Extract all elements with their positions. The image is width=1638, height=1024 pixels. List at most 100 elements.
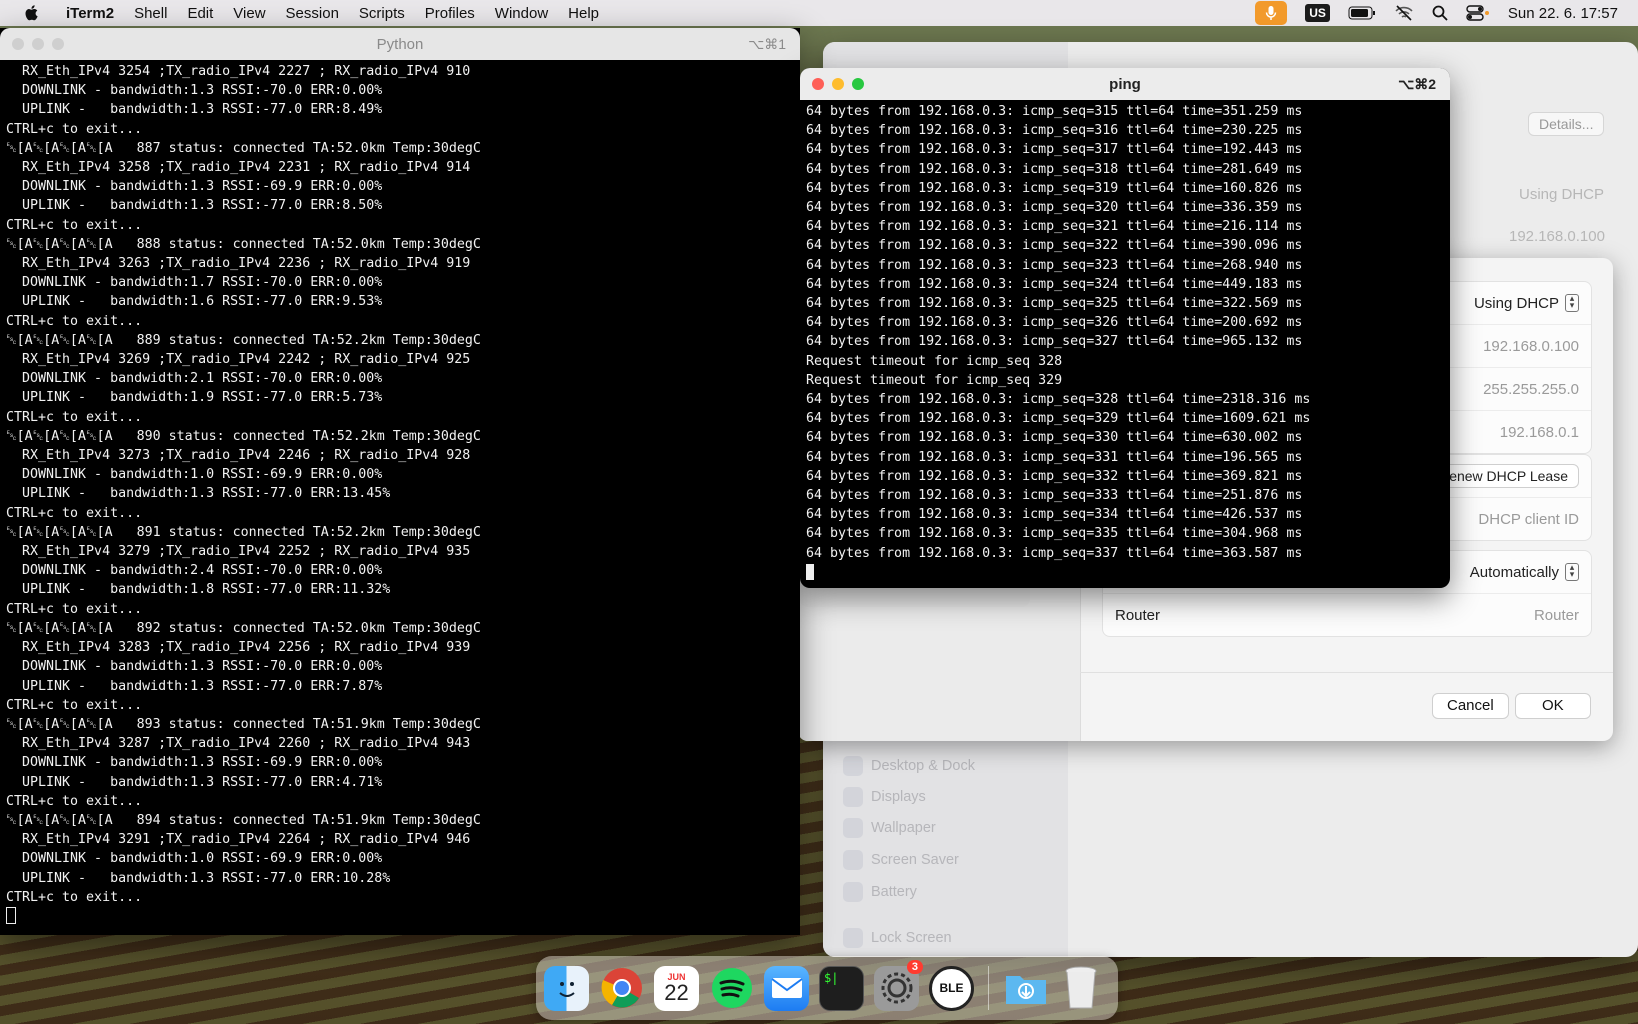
control-center-icon[interactable] (1466, 5, 1490, 21)
terminal-line: Request timeout for icmp_seq 328 (806, 353, 1063, 369)
sheet-footer: Cancel OK (1080, 672, 1613, 741)
terminal-line: UPLINK - bandwidth:1.6 RSSI:-77.0 ERR:9.… (6, 294, 383, 310)
menu-scripts[interactable]: Scripts (359, 5, 405, 22)
close-icon[interactable] (812, 78, 824, 90)
sidebar-item-lock-screen[interactable]: Lock Screen (843, 928, 952, 948)
terminal-line: 64 bytes from 192.168.0.3: icmp_seq=337 … (806, 545, 1303, 561)
popup-stepper-icon: ▴ ▾ (1565, 294, 1579, 312)
desktop-dock-icon (843, 756, 863, 776)
terminal-line: 64 bytes from 192.168.0.3: icmp_seq=332 … (806, 468, 1303, 484)
calendar-icon[interactable]: JUN 22 (654, 965, 699, 1011)
sidebar-item-wallpaper[interactable]: Wallpaper (843, 818, 936, 838)
router-v6-input[interactable]: Router (1534, 607, 1579, 624)
search-icon[interactable] (1432, 5, 1448, 21)
menu-clock[interactable]: Sun 22. 6. 17:57 (1508, 5, 1618, 22)
dhcp-client-id-input[interactable]: DHCP client ID (1478, 511, 1579, 528)
details-button[interactable]: Details... (1528, 112, 1605, 136)
menu-shell[interactable]: Shell (134, 5, 167, 22)
subnet-mask-value: 255.255.255.0 (1483, 380, 1579, 398)
iterm-icon[interactable]: $| (819, 965, 864, 1011)
ip-address-value: 192.168.0.100 (1483, 337, 1579, 355)
menu-help[interactable]: Help (568, 5, 599, 22)
terminal-line: UPLINK - bandwidth:1.3 RSSI:-77.0 ERR:4.… (6, 774, 383, 790)
terminal-line: 64 bytes from 192.168.0.3: icmp_seq=324 … (806, 276, 1303, 292)
router-label: Router (1115, 606, 1161, 624)
menu-view[interactable]: View (233, 5, 265, 22)
keyboard-layout-badge[interactable]: US (1305, 4, 1330, 22)
battery-settings-icon (843, 882, 863, 902)
terminal-line: 64 bytes from 192.168.0.3: icmp_seq=317 … (806, 142, 1303, 158)
terminal-line: RX_Eth_IPv4 3273 ;TX_radio_IPv4 2246 ; R… (6, 448, 471, 464)
terminal-line: CTRL+c to exit... (6, 409, 143, 425)
terminal-line: UPLINK - bandwidth:1.8 RSSI:-77.0 ERR:11… (6, 582, 391, 598)
terminal-line: RX_Eth_IPv4 3291 ;TX_radio_IPv4 2264 ; R… (6, 832, 471, 848)
spotify-icon[interactable] (709, 966, 754, 1011)
ping-terminal-window: ping ⌥⌘2 64 bytes from 192.168.0.3: icmp… (800, 68, 1450, 588)
python-titlebar[interactable]: Python ⌥⌘1 (0, 28, 800, 60)
terminal-line: 64 bytes from 192.168.0.3: icmp_seq=326 … (806, 315, 1303, 331)
microphone-icon[interactable] (1255, 1, 1288, 25)
battery-icon[interactable] (1348, 6, 1376, 20)
sidebar-item-displays[interactable]: Displays (843, 787, 926, 807)
menu-app-name[interactable]: iTerm2 (66, 5, 114, 22)
ping-titlebar[interactable]: ping ⌥⌘2 (800, 68, 1450, 100)
menu-window[interactable]: Window (495, 5, 548, 22)
configure-ipv4-popup[interactable]: Using DHCP ▴ ▾ (1474, 294, 1579, 312)
mail-icon[interactable] (764, 965, 809, 1011)
sidebar-item-battery[interactable]: Battery (843, 882, 917, 902)
minimize-icon[interactable] (832, 78, 844, 90)
trash-icon[interactable] (1058, 966, 1103, 1011)
terminal-line: UPLINK - bandwidth:1.3 RSSI:-77.0 ERR:8.… (6, 198, 383, 214)
cancel-button[interactable]: Cancel (1432, 693, 1509, 719)
terminal-line: DOWNLINK - bandwidth:2.4 RSSI:-70.0 ERR:… (6, 563, 383, 579)
ble-app-icon[interactable]: BLE (929, 965, 974, 1011)
terminal-line: ␛[A␛[A␛[A␛[A 894 status: connected TA:51… (6, 812, 481, 828)
chrome-icon[interactable] (599, 966, 644, 1011)
sidebar-item-desktop-dock[interactable]: Desktop & Dock (843, 756, 975, 776)
terminal-line: ␛[A␛[A␛[A␛[A 892 status: connected TA:52… (6, 620, 481, 636)
terminal-line: 64 bytes from 192.168.0.3: icmp_seq=333 … (806, 488, 1303, 504)
menu-edit[interactable]: Edit (187, 5, 213, 22)
terminal-line: RX_Eth_IPv4 3254 ;TX_radio_IPv4 2227 ; R… (6, 64, 471, 79)
zoom-icon[interactable] (852, 78, 864, 90)
terminal-line: CTRL+c to exit... (6, 313, 143, 329)
terminal-line: UPLINK - bandwidth:1.9 RSSI:-77.0 ERR:5.… (6, 390, 383, 406)
terminal-line: CTRL+c to exit... (6, 121, 143, 137)
wifi-off-icon[interactable] (1394, 5, 1414, 21)
downloads-folder-icon[interactable] (1003, 966, 1048, 1011)
python-terminal-output[interactable]: RX_Eth_IPv4 3254 ;TX_radio_IPv4 2227 ; R… (0, 60, 800, 928)
ok-button[interactable]: OK (1515, 693, 1591, 719)
terminal-line: DOWNLINK - bandwidth:1.3 RSSI:-70.0 ERR:… (6, 83, 383, 99)
zoom-icon[interactable] (52, 38, 64, 50)
cursor-block (806, 563, 814, 580)
terminal-line: ␛[A␛[A␛[A␛[A 887 status: connected TA:52… (6, 140, 481, 156)
terminal-line: DOWNLINK - bandwidth:1.0 RSSI:-69.9 ERR:… (6, 851, 383, 867)
hidden-panel-edge (800, 585, 1030, 607)
menu-session[interactable]: Session (286, 5, 339, 22)
close-icon[interactable] (12, 38, 24, 50)
ping-terminal-output[interactable]: 64 bytes from 192.168.0.3: icmp_seq=315 … (800, 100, 1450, 584)
sidebar-item-screen-saver[interactable]: Screen Saver (843, 850, 959, 870)
terminal-line: DOWNLINK - bandwidth:2.1 RSSI:-70.0 ERR:… (6, 371, 383, 387)
finder-icon[interactable] (544, 965, 589, 1011)
terminal-line: CTRL+c to exit... (6, 889, 143, 905)
terminal-line: DOWNLINK - bandwidth:1.0 RSSI:-69.9 ERR:… (6, 467, 383, 483)
apple-icon[interactable] (24, 4, 40, 22)
system-settings-icon[interactable]: 3 (874, 959, 923, 1011)
bg-ip-value: 192.168.0.100 (1509, 228, 1605, 245)
terminal-line: ␛[A␛[A␛[A␛[A 891 status: connected TA:52… (6, 524, 481, 540)
menu-profiles[interactable]: Profiles (425, 5, 475, 22)
terminal-line: 64 bytes from 192.168.0.3: icmp_seq=334 … (806, 507, 1303, 523)
terminal-line: DOWNLINK - bandwidth:1.3 RSSI:-69.9 ERR:… (6, 179, 383, 195)
terminal-line: ␛[A␛[A␛[A␛[A 890 status: connected TA:52… (6, 428, 481, 444)
terminal-line: 64 bytes from 192.168.0.3: icmp_seq=322 … (806, 238, 1303, 254)
window-title: Python (376, 35, 424, 53)
terminal-line: Request timeout for icmp_seq 329 (806, 372, 1063, 388)
menu-extras: US Sun 22. 6. 17:57 (1255, 1, 1638, 25)
terminal-line: UPLINK - bandwidth:1.3 RSSI:-77.0 ERR:10… (6, 870, 391, 886)
minimize-icon[interactable] (32, 38, 44, 50)
configure-ipv6-popup[interactable]: Automatically ▴ ▾ (1470, 563, 1579, 581)
renew-dhcp-button[interactable]: enew DHCP Lease (1438, 464, 1579, 488)
menu-bar: iTerm2 Shell Edit View Session Scripts P… (0, 0, 1638, 26)
lock-icon (843, 928, 863, 948)
